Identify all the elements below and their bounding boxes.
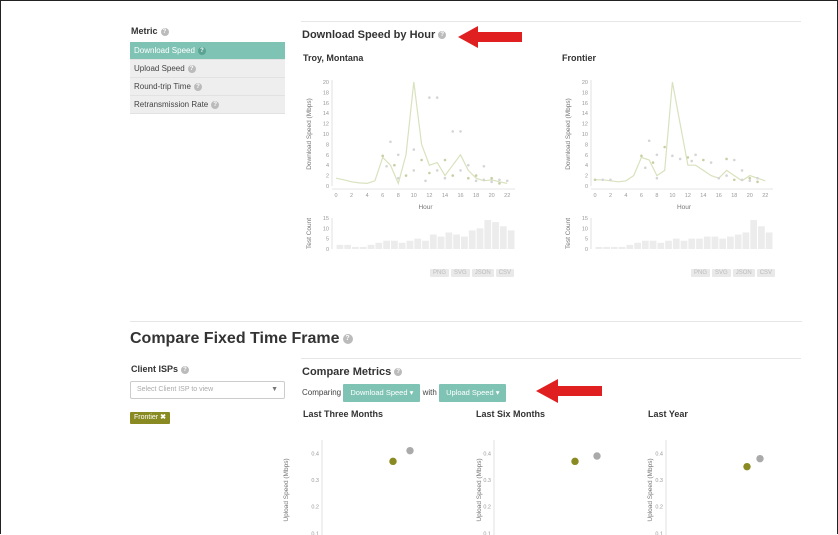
y-tick-label: 0.3 — [311, 478, 319, 484]
y-tick-label: 0.1 — [655, 531, 663, 535]
y-axis-label: Upload Speed (Mbps) — [476, 458, 483, 521]
y-tick-label: 0.1 — [311, 531, 319, 535]
y-tick-label: 0.1 — [483, 531, 491, 535]
y-tick-label: 0.4 — [311, 451, 319, 457]
y-tick-label: 0.3 — [483, 478, 491, 484]
y-tick-label: 0.2 — [311, 505, 319, 511]
y-tick-label: 0.4 — [655, 451, 663, 457]
compare-charts-svg: 0.10.20.30.4Upload Speed (Mbps)0.10.20.3… — [283, 440, 764, 535]
scatter-point-gray — [756, 454, 764, 463]
compare-chart-0: 0.1 0.2 0.3 0.4 Upload Speed (Mbps) — [283, 440, 414, 535]
compare-chart-1: 0.1 0.2 0.3 0.4Upload Speed (Mbps) — [476, 440, 601, 535]
y-tick-label: 0.2 — [483, 505, 491, 511]
y-tick-label: 0.2 — [655, 505, 663, 511]
scatter-point-olive — [389, 457, 397, 466]
scatter-point-olive — [743, 462, 751, 471]
scatter-point-gray — [406, 446, 414, 455]
y-tick-label: 0.4 — [483, 451, 491, 457]
scatter-point-gray — [593, 452, 601, 460]
scatter-point-olive — [571, 457, 579, 466]
y-axis-label: Upload Speed (Mbps) — [647, 458, 654, 521]
y-axis-label: Upload Speed (Mbps) — [283, 458, 290, 521]
y-tick-label: 0.3 — [655, 478, 663, 484]
compare-chart-2: 0.1 0.2 0.3 0.4Upload Speed (Mbps) — [647, 440, 764, 535]
